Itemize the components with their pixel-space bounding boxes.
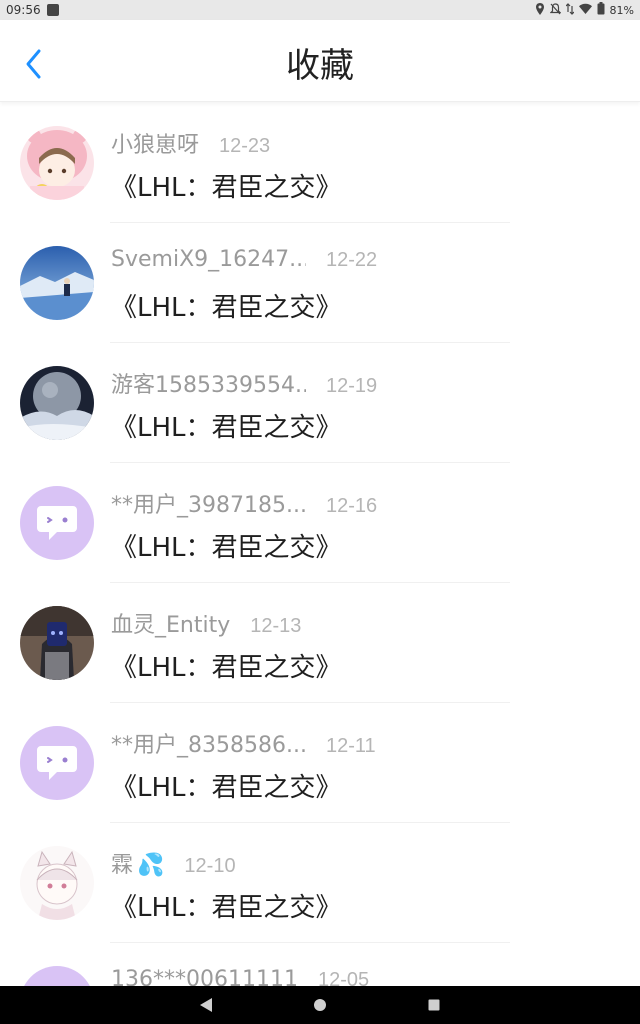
date: 12-11 [326,735,376,757]
list-item[interactable]: SvemiX9_16247... 12-22 《LHL：君臣之交》 [0,223,640,343]
item-title[interactable]: 《LHL：君臣之交》 [111,167,342,204]
username[interactable]: 小狼崽呀 [111,127,199,159]
list-item[interactable]: 血灵_Entity 12-13 《LHL：君臣之交》 [0,583,640,703]
item-title[interactable]: 《LHL：君臣之交》 [111,647,342,684]
battery-percent: 81% [609,3,634,17]
nav-recents-button[interactable] [422,993,446,1017]
droplets-emoji: 💦 [137,853,165,878]
mute-icon [549,2,561,18]
notification-icon [46,4,59,16]
chat-bubble-icon [37,506,77,540]
status-time: 09:56 [6,3,41,17]
date: 12-19 [326,375,378,397]
avatar[interactable] [20,966,94,986]
avatar[interactable] [20,486,94,560]
list-item[interactable]: 136***00611111 12-05 [0,943,640,986]
username[interactable]: **用户_3987185... [111,487,306,519]
location-icon [535,2,545,18]
status-bar: 09:56 81% [0,0,640,20]
item-title[interactable]: 《LHL：君臣之交》 [111,887,342,924]
username[interactable]: 霖 [111,847,133,879]
avatar[interactable] [20,246,94,320]
avatar[interactable] [20,726,94,800]
username[interactable]: 血灵_Entity [111,607,230,639]
item-title[interactable]: 《LHL：君臣之交》 [111,407,342,444]
triangle-back-icon [200,998,212,1012]
list-item[interactable]: **用户_8358586... 12-11 《LHL：君臣之交》 [0,703,640,823]
data-arrows-icon [565,2,574,18]
avatar[interactable] [20,606,94,680]
date: 12-23 [219,135,271,157]
username[interactable]: 游客1585339554.. [111,367,306,399]
nav-home-button[interactable] [308,993,332,1017]
avatar[interactable] [20,126,94,200]
avatar[interactable] [20,846,94,920]
date: 12-10 [184,855,236,877]
list-item[interactable]: 霖 💦 12-10 《LHL：君臣之交》 [0,823,640,943]
top-app-bar: 收藏 [0,20,640,102]
list-item[interactable]: **用户_3987185... 12-16 《LHL：君臣之交》 [0,463,640,583]
item-title[interactable]: 《LHL：君臣之交》 [111,287,342,324]
system-navigation-bar [0,986,640,1024]
nav-back-button[interactable] [194,993,218,1017]
username[interactable]: **用户_8358586... [111,727,306,759]
battery-icon [597,2,605,18]
wifi-icon [578,3,592,17]
favorites-list: 小狼崽呀 12-23 《LHL：君臣之交》 SvemiX9_16247... 1… [0,103,640,986]
date: 12-05 [317,969,370,986]
date: 12-22 [326,249,378,271]
chat-bubble-icon [37,746,77,780]
square-recents-icon [428,999,440,1011]
circle-home-icon [314,999,326,1011]
list-item[interactable]: 小狼崽呀 12-23 《LHL：君臣之交》 [0,103,640,223]
username[interactable]: 136***00611111 [111,967,298,986]
date: 12-13 [250,615,302,637]
page-title: 收藏 [286,46,354,86]
list-item[interactable]: 游客1585339554.. 12-19 《LHL：君臣之交》 [0,343,640,463]
username[interactable]: SvemiX9_16247... [111,247,306,272]
item-title[interactable]: 《LHL：君臣之交》 [111,527,342,564]
avatar[interactable] [20,366,94,440]
date: 12-16 [326,495,378,517]
item-title[interactable]: 《LHL：君臣之交》 [111,767,342,804]
